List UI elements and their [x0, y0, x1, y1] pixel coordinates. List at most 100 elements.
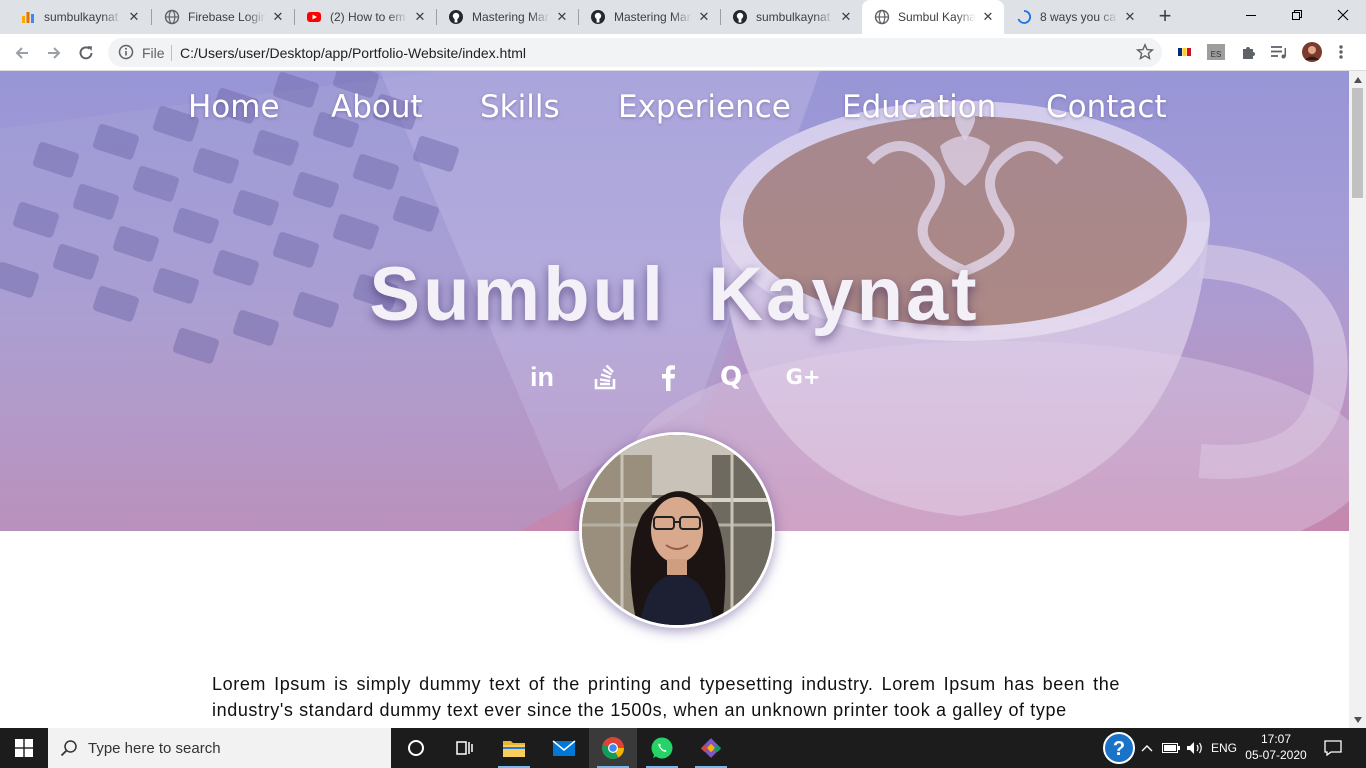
reload-icon [79, 46, 93, 60]
page-scrollbar[interactable] [1349, 71, 1366, 728]
tab-youtube[interactable]: (2) How to em ✕ [294, 0, 436, 34]
es-badge: ES [1207, 44, 1225, 60]
tab-analytics[interactable]: sumbulkaynat ✕ [8, 0, 150, 34]
restore-button[interactable] [1274, 0, 1320, 30]
divider [171, 45, 172, 61]
globe-icon [874, 9, 890, 25]
extension-es-icon[interactable]: ES [1206, 42, 1226, 62]
minimize-button[interactable] [1228, 0, 1274, 30]
profile-avatar[interactable] [1302, 42, 1322, 62]
notifications-icon[interactable] [1320, 728, 1346, 768]
folder-icon [503, 741, 525, 757]
main-nav: Home About Skills Experience Education C… [0, 89, 1349, 129]
close-icon[interactable]: ✕ [270, 9, 286, 25]
browser-toolbar: File C:/Users/user/Desktop/app/Portfolio… [0, 34, 1366, 71]
back-button[interactable] [8, 39, 36, 67]
taskbar-search-box[interactable]: Type here to search [48, 728, 391, 768]
new-tab-button[interactable]: + [1152, 4, 1178, 30]
nav-contact[interactable]: Contact [1046, 89, 1167, 125]
close-icon[interactable]: ✕ [696, 9, 712, 25]
tab-title: Sumbul Kayna [898, 10, 976, 24]
extensions-puzzle-icon[interactable] [1238, 42, 1258, 62]
clock-date: 05-07-2020 [1245, 748, 1307, 762]
close-icon[interactable]: ✕ [1122, 9, 1138, 25]
close-icon[interactable]: ✕ [126, 9, 142, 25]
nav-skills[interactable]: Skills [480, 89, 560, 125]
mail-icon [552, 740, 576, 756]
close-icon [1337, 9, 1349, 21]
tab-loading[interactable]: 8 ways you ca ✕ [1004, 0, 1146, 34]
cortana-circle-icon [408, 740, 424, 756]
hero-title: Sumbul Kaynat [369, 252, 980, 337]
nav-about[interactable]: About [331, 89, 423, 125]
media-controls-icon[interactable] [1269, 42, 1289, 62]
linkedin-icon[interactable]: in [525, 360, 559, 394]
tab-title: Mastering Mar [472, 10, 549, 24]
windows-taskbar: Type here to search ? ENG 17:07 05-07-20… [0, 728, 1366, 768]
url-text[interactable]: C:/Users/user/Desktop/app/Portfolio-Webs… [180, 45, 526, 61]
battery-icon[interactable] [1160, 728, 1182, 768]
whatsapp-button[interactable] [638, 728, 686, 768]
quora-icon[interactable]: Q [714, 360, 748, 394]
tab-title: sumbulkaynat [44, 10, 119, 24]
youtube-icon [306, 9, 322, 25]
tab-strip: sumbulkaynat ✕ Firebase Login ✕ (2) How … [0, 0, 1366, 34]
clock[interactable]: 17:07 05-07-2020 [1236, 731, 1316, 763]
nav-home[interactable]: Home [188, 89, 280, 125]
extension-flag-icon[interactable] [1175, 42, 1195, 62]
nav-education[interactable]: Education [842, 89, 996, 125]
quora-glyph: Q [719, 362, 743, 392]
forward-button[interactable] [40, 39, 68, 67]
address-bar[interactable]: File C:/Users/user/Desktop/app/Portfolio… [108, 38, 1162, 67]
arrow-right-icon [48, 47, 61, 59]
tab-firebase[interactable]: Firebase Login ✕ [152, 0, 294, 34]
google-plus-icon[interactable]: G+ [785, 360, 821, 394]
stackoverflow-icon[interactable] [589, 360, 623, 394]
tab-portfolio-active[interactable]: Sumbul Kayna ✕ [862, 0, 1004, 34]
tab-title: (2) How to em [330, 10, 406, 24]
tab-title: Firebase Login [188, 10, 266, 24]
close-icon[interactable]: ✕ [980, 9, 996, 25]
speaker-icon[interactable] [1184, 728, 1206, 768]
minimize-icon [1246, 15, 1256, 16]
git-app-button[interactable] [687, 728, 735, 768]
close-icon[interactable]: ✕ [412, 9, 428, 25]
file-explorer-button[interactable] [490, 728, 538, 768]
tab-github-3[interactable]: sumbulkaynat ✕ [720, 0, 862, 34]
nav-experience[interactable]: Experience [618, 89, 791, 125]
github-icon [732, 9, 748, 25]
windows-logo-icon [15, 739, 33, 757]
google-plus-glyph: G+ [785, 365, 821, 389]
reload-button[interactable] [72, 39, 100, 67]
close-icon[interactable]: ✕ [838, 9, 854, 25]
info-icon[interactable] [118, 44, 134, 60]
globe-icon [164, 9, 180, 25]
menu-kebab-icon[interactable] [1331, 42, 1351, 62]
cortana-button[interactable] [392, 728, 440, 768]
tab-github-1[interactable]: Mastering Mar ✕ [436, 0, 578, 34]
search-icon [60, 740, 77, 757]
close-window-button[interactable] [1320, 0, 1366, 30]
profile-photo [579, 432, 775, 628]
arrow-left-icon [15, 47, 28, 59]
facebook-icon[interactable] [651, 360, 685, 394]
start-button[interactable] [0, 728, 48, 768]
chrome-button[interactable] [589, 728, 637, 768]
scroll-down-arrow-icon[interactable] [1349, 711, 1366, 728]
task-view-button[interactable] [440, 728, 488, 768]
help-icon[interactable]: ? [1102, 728, 1136, 768]
svg-text:?: ? [1113, 738, 1125, 760]
scrollbar-thumb[interactable] [1352, 88, 1363, 198]
chrome-icon [602, 737, 624, 759]
page-viewport: Home About Skills Experience Education C… [0, 71, 1349, 728]
tab-github-2[interactable]: Mastering Mar ✕ [578, 0, 720, 34]
loading-icon [1016, 9, 1032, 25]
close-icon[interactable]: ✕ [554, 9, 570, 25]
analytics-icon [20, 9, 36, 25]
scroll-up-arrow-icon[interactable] [1349, 71, 1366, 88]
linkedin-glyph: in [530, 361, 554, 392]
bookmark-star-icon[interactable] [1136, 43, 1154, 61]
chevron-up-icon[interactable] [1138, 728, 1156, 768]
scheme-label: File [142, 45, 165, 61]
mail-button[interactable] [540, 728, 588, 768]
